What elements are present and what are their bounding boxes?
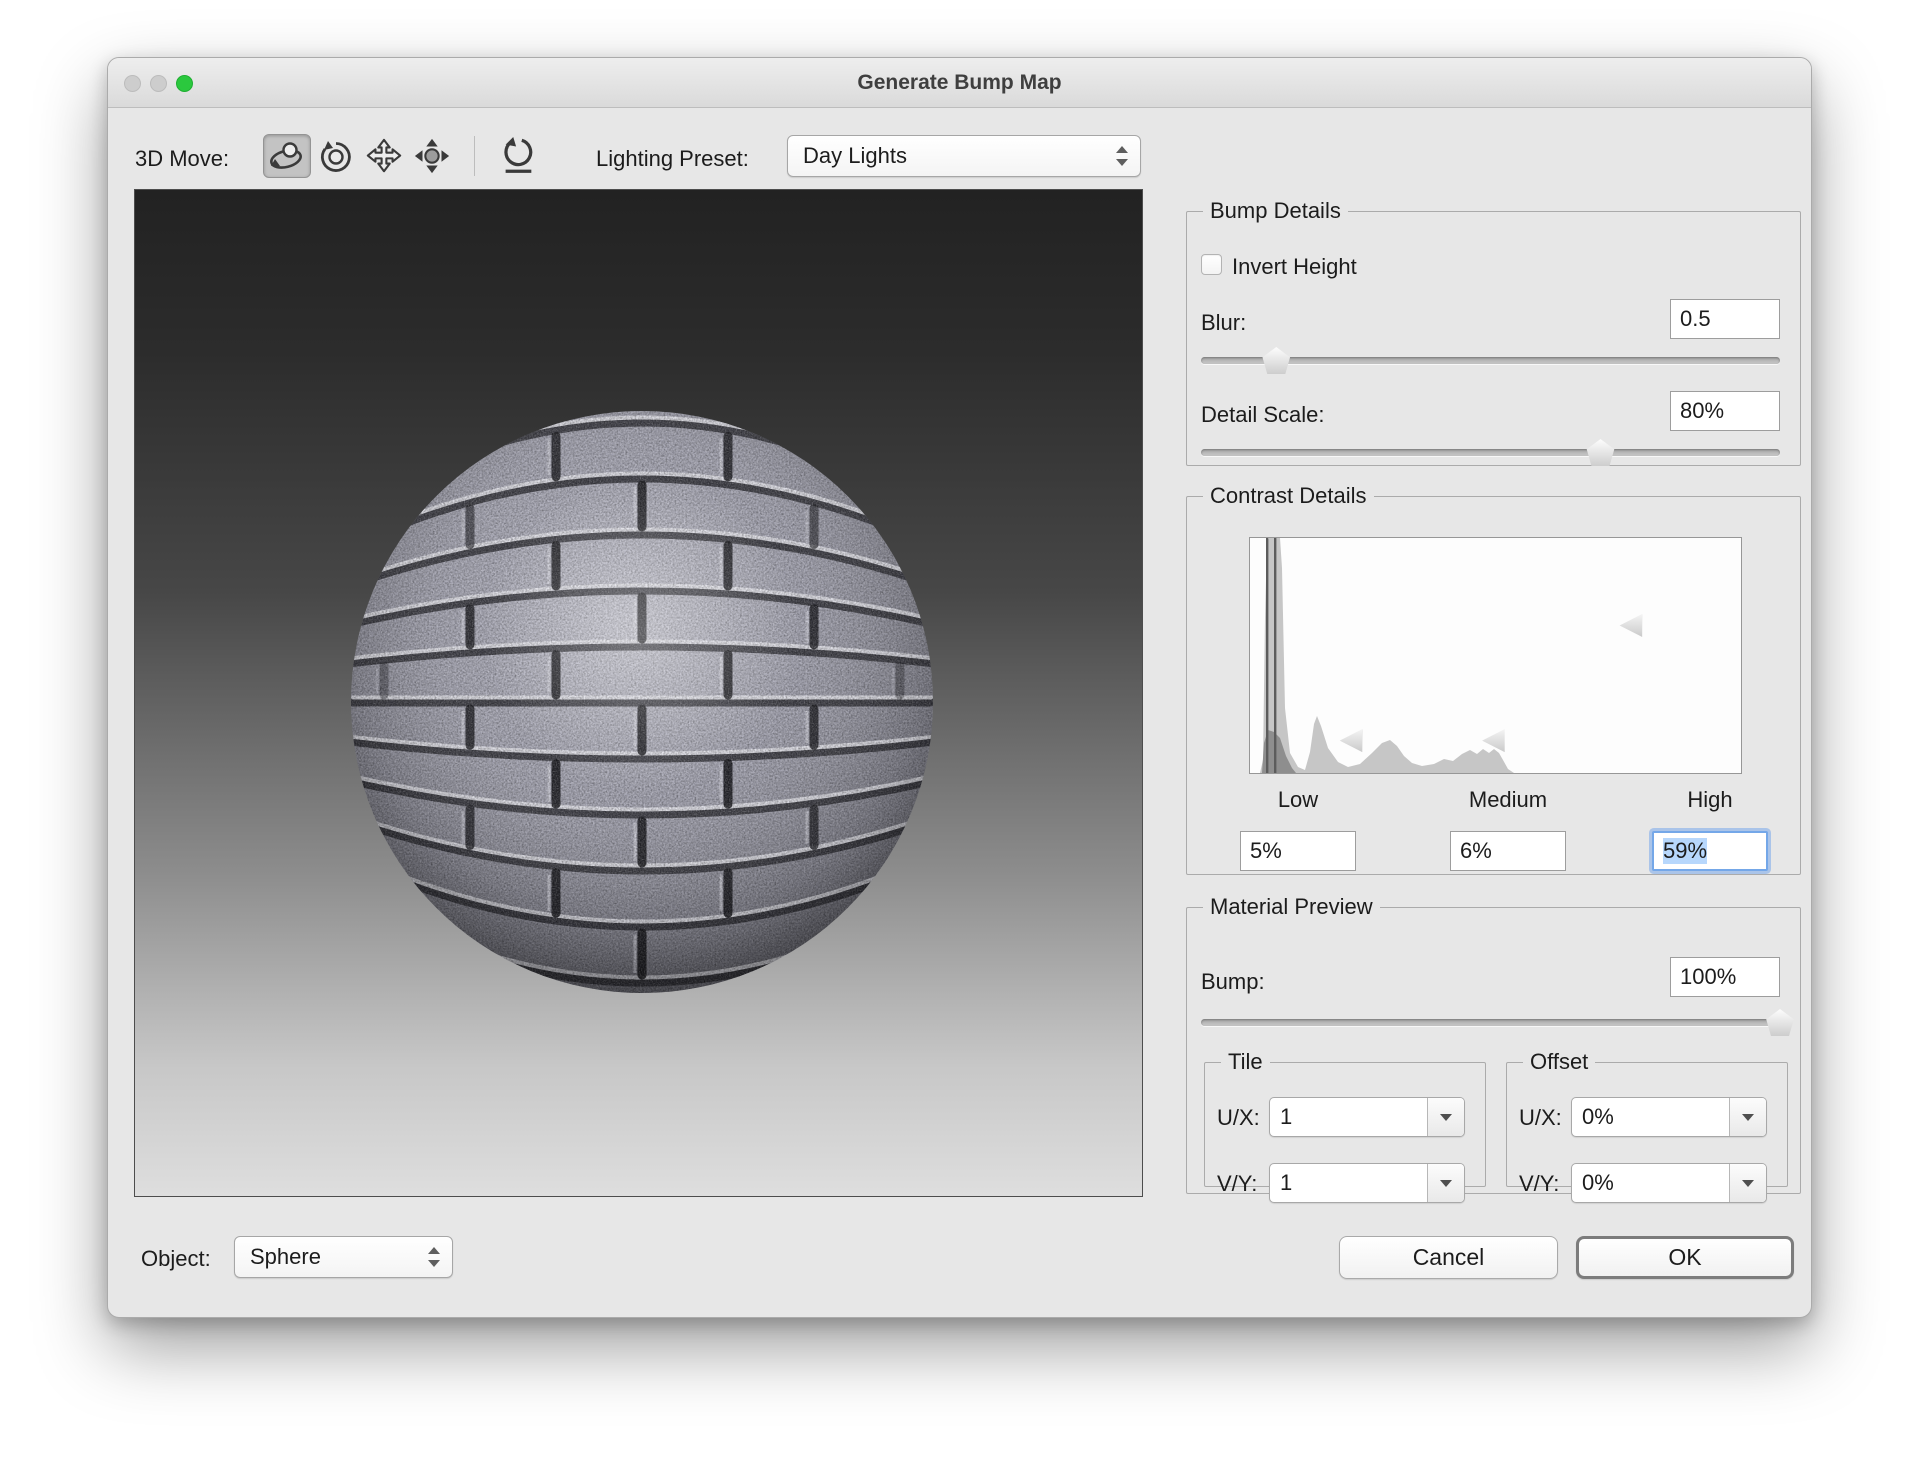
- contrast-details-legend: Contrast Details: [1203, 483, 1374, 509]
- dropdown-arrow-icon[interactable]: [1729, 1098, 1766, 1136]
- tile-legend: Tile: [1221, 1049, 1270, 1075]
- slide-camera-icon: [411, 137, 453, 175]
- bump-details-group: Bump Details Invert Height Blur: 0.5 Det…: [1186, 198, 1801, 466]
- move-tools-label: 3D Move:: [135, 146, 229, 172]
- dropdown-arrow-icon[interactable]: [1427, 1098, 1464, 1136]
- dropdown-arrow-icon[interactable]: [1427, 1164, 1464, 1202]
- blur-slider-knob[interactable]: [1261, 347, 1291, 374]
- pan-camera-icon: [363, 137, 405, 175]
- lighting-preset-label: Lighting Preset:: [596, 146, 749, 172]
- offset-ux-combo[interactable]: 0%: [1571, 1097, 1767, 1137]
- blur-slider[interactable]: [1201, 347, 1780, 373]
- up-down-arrows-icon: [428, 1246, 440, 1268]
- roll-camera-icon: [316, 138, 356, 174]
- material-preview-group: Material Preview Bump: 100% Tile U/X: 1 …: [1186, 894, 1801, 1194]
- blur-value-field[interactable]: 0.5: [1670, 299, 1780, 339]
- material-preview-legend: Material Preview: [1203, 894, 1380, 920]
- contrast-histogram: [1249, 537, 1742, 774]
- lighting-preset-value: Day Lights: [803, 143, 907, 169]
- medium-value-field[interactable]: 6%: [1450, 831, 1566, 871]
- settings-panel: Bump Details Invert Height Blur: 0.5 Det…: [1186, 58, 1801, 1319]
- high-label: High: [1652, 787, 1768, 813]
- brick-sphere-preview: [135, 190, 1142, 1196]
- up-down-arrows-icon: [1116, 145, 1128, 167]
- detail-scale-label: Detail Scale:: [1201, 402, 1325, 428]
- detail-scale-value-field[interactable]: 80%: [1670, 391, 1780, 431]
- generate-bump-map-dialog: Generate Bump Map 3D Move:: [107, 57, 1812, 1318]
- reset-camera-icon: [497, 136, 539, 176]
- orbit-camera-icon: [267, 138, 307, 174]
- detail-scale-slider-track: [1201, 449, 1780, 456]
- pan-tool-button[interactable]: [360, 134, 408, 178]
- blur-label: Blur:: [1201, 310, 1246, 336]
- detail-scale-slider-knob[interactable]: [1586, 439, 1616, 466]
- object-label: Object:: [141, 1246, 211, 1272]
- object-value: Sphere: [250, 1244, 321, 1270]
- preview-canvas[interactable]: [134, 189, 1143, 1197]
- low-label: Low: [1240, 787, 1356, 813]
- cancel-button[interactable]: Cancel: [1339, 1236, 1558, 1279]
- bump-slider-track: [1201, 1019, 1780, 1026]
- slide-tool-button[interactable]: [408, 134, 456, 178]
- invert-height-label: Invert Height: [1232, 254, 1357, 280]
- bump-label: Bump:: [1201, 969, 1265, 995]
- ok-button[interactable]: OK: [1576, 1236, 1794, 1279]
- lighting-preset-select[interactable]: Day Lights: [787, 135, 1141, 177]
- contrast-details-group: Contrast Details Low Medium High 5% 6%: [1186, 483, 1801, 875]
- offset-legend: Offset: [1523, 1049, 1595, 1075]
- bump-slider[interactable]: [1201, 1009, 1780, 1035]
- tile-vy-combo[interactable]: 1: [1269, 1163, 1465, 1203]
- offset-ux-label: U/X:: [1519, 1105, 1562, 1131]
- tile-ux-label: U/X:: [1217, 1105, 1260, 1131]
- invert-height-checkbox[interactable]: [1201, 254, 1222, 275]
- bump-details-legend: Bump Details: [1203, 198, 1348, 224]
- roll-tool-button[interactable]: [312, 134, 360, 178]
- medium-label: Medium: [1450, 787, 1566, 813]
- tile-group: Tile U/X: 1 V/Y: 1: [1204, 1049, 1486, 1187]
- low-value-field[interactable]: 5%: [1240, 831, 1356, 871]
- reset-view-button[interactable]: [494, 134, 542, 178]
- offset-vy-combo[interactable]: 0%: [1571, 1163, 1767, 1203]
- orbit-tool-button[interactable]: [263, 134, 311, 178]
- tile-vy-label: V/Y:: [1217, 1171, 1257, 1197]
- dropdown-arrow-icon[interactable]: [1729, 1164, 1766, 1202]
- toolbar-divider: [474, 136, 475, 176]
- bump-slider-knob[interactable]: [1765, 1009, 1795, 1036]
- offset-group: Offset U/X: 0% V/Y: 0%: [1506, 1049, 1788, 1187]
- object-select[interactable]: Sphere: [234, 1236, 453, 1278]
- offset-vy-label: V/Y:: [1519, 1171, 1559, 1197]
- tile-ux-combo[interactable]: 1: [1269, 1097, 1465, 1137]
- bump-value-field[interactable]: 100%: [1670, 957, 1780, 997]
- detail-scale-slider[interactable]: [1201, 439, 1780, 465]
- high-value-field[interactable]: 59%: [1652, 831, 1768, 871]
